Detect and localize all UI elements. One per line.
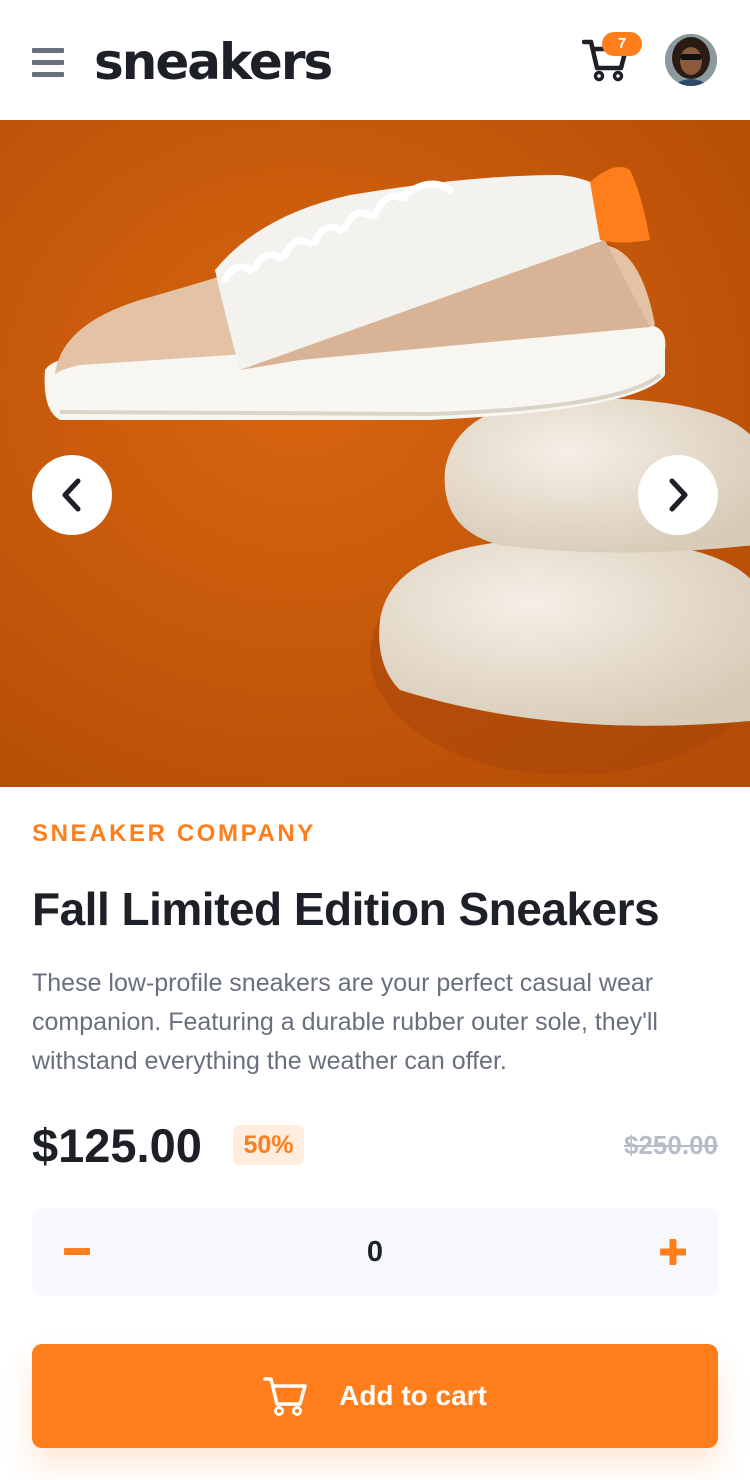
avatar[interactable] [665, 34, 717, 86]
quantity-stepper: 0 [32, 1208, 718, 1296]
next-image-button[interactable] [638, 455, 718, 535]
product-image-carousel [0, 120, 750, 787]
chevron-right-icon [669, 478, 688, 512]
cart-count-badge: 7 [602, 32, 642, 56]
product-description: These low-profile sneakers are your perf… [32, 969, 658, 1075]
quantity-value: 0 [366, 1236, 384, 1268]
minus-icon [64, 1248, 90, 1255]
menu-icon[interactable] [32, 48, 64, 78]
previous-image-button[interactable] [32, 455, 112, 535]
company-label: SNEAKER COMPANY [32, 820, 316, 847]
increase-quantity-button[interactable] [628, 1208, 718, 1296]
header: sneakers 7 [0, 0, 750, 120]
original-price: $250.00 [624, 1130, 718, 1160]
discount-badge: 50% [233, 1125, 304, 1165]
add-to-cart-button[interactable]: Add to cart [32, 1344, 718, 1448]
decrease-quantity-button[interactable] [32, 1208, 122, 1296]
cart-icon [263, 1377, 307, 1416]
current-price: $125.00 [32, 1119, 202, 1172]
chevron-left-icon [62, 478, 81, 512]
plus-icon [660, 1239, 686, 1265]
add-to-cart-label: Add to cart [339, 1380, 487, 1411]
product-image [0, 120, 750, 787]
product-title: Fall Limited Edition Sneakers [32, 883, 660, 935]
logo[interactable]: sneakers [94, 30, 333, 94]
